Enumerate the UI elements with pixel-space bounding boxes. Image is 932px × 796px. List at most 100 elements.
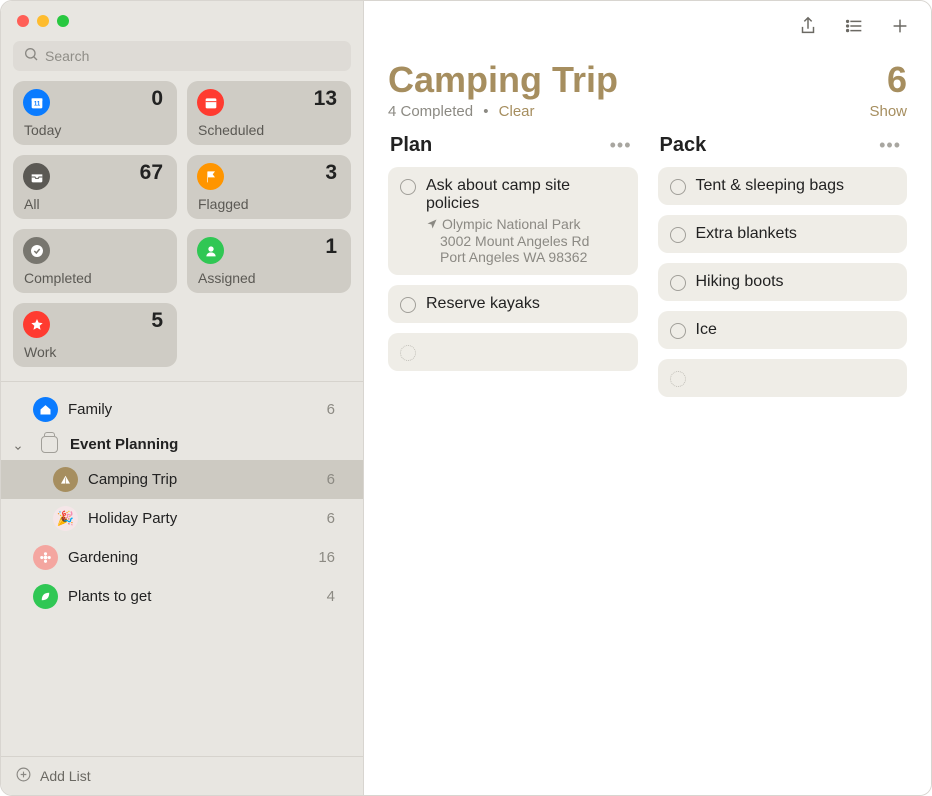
reminder-title: Ask about camp site policies [426,177,624,213]
card-label: All [24,196,40,212]
section-plan: Plan ••• Ask about camp site policies Ol… [388,132,638,795]
complete-toggle[interactable] [400,297,416,313]
list-count: 4 [327,588,347,605]
sidebar-item-holiday-party[interactable]: 🎉 Holiday Party 6 [1,499,363,538]
window-controls [1,1,363,27]
card-all[interactable]: 67 All [13,155,177,219]
card-count: 0 [151,87,163,111]
list-count: 6 [327,471,347,488]
tray-icon [23,163,50,190]
reminder-title: Extra blankets [696,225,894,243]
completed-count-text: 4 Completed [388,103,473,120]
house-icon [33,397,58,422]
smart-list-grid: 11 0 Today 13 Scheduled 67 All [1,81,363,381]
card-work[interactable]: 5 Work [13,303,177,367]
new-reminder-placeholder[interactable] [388,333,638,371]
close-window-button[interactable] [17,15,29,27]
card-count: 67 [140,161,163,185]
tent-icon [53,467,78,492]
list-title: Camping Trip [388,59,618,101]
add-list-label: Add List [40,768,91,784]
list-label: Plants to get [68,588,317,605]
separator-dot: • [483,103,488,120]
reminder-location: Olympic National Park [426,216,624,233]
new-reminder-button[interactable] [889,15,911,42]
calendar-day-icon: 11 [23,89,50,116]
section-more-button[interactable]: ••• [610,135,632,156]
reminder-title: Ice [696,321,894,339]
flower-icon [33,545,58,570]
list-count: 6 [327,401,347,418]
list-label: Camping Trip [88,471,317,488]
svg-text:11: 11 [33,101,40,107]
card-today[interactable]: 11 0 Today [13,81,177,145]
show-button[interactable]: Show [869,103,907,120]
card-count: 13 [314,87,337,111]
reminder-item[interactable]: Ask about camp site policies Olympic Nat… [388,167,638,275]
section-pack: Pack ••• Tent & sleeping bags Extra blan… [658,132,908,795]
sidebar-item-plants[interactable]: Plants to get 4 [1,577,363,616]
card-label: Flagged [198,196,249,212]
complete-toggle[interactable] [400,179,416,195]
calendar-icon [197,89,224,116]
complete-toggle[interactable] [670,275,686,291]
plus-circle-icon [15,766,32,786]
reminder-item[interactable]: Ice [658,311,908,349]
complete-toggle [400,345,416,361]
card-label: Completed [24,270,92,286]
list-count: 16 [318,549,347,566]
clear-button[interactable]: Clear [499,103,535,120]
complete-toggle [670,371,686,387]
leaf-icon [33,584,58,609]
complete-toggle[interactable] [670,179,686,195]
list-label: Family [68,401,317,418]
reminder-item[interactable]: Reserve kayaks [388,285,638,323]
folder-group-icon [41,436,58,453]
sidebar-group-event-planning[interactable]: Event Planning [1,429,363,460]
reminder-address-line: 3002 Mount Angeles Rd [426,233,624,249]
toolbar [364,1,931,55]
search-field[interactable] [13,41,351,71]
reminder-address-line: Port Angeles WA 98362 [426,249,624,265]
add-list-button[interactable]: Add List [1,756,363,795]
view-options-button[interactable] [843,15,865,42]
section-title: Pack [660,134,707,157]
complete-toggle[interactable] [670,227,686,243]
reminder-item[interactable]: Extra blankets [658,215,908,253]
section-more-button[interactable]: ••• [879,135,901,156]
person-icon [197,237,224,264]
sidebar-item-camping-trip[interactable]: Camping Trip 6 [1,460,363,499]
minimize-window-button[interactable] [37,15,49,27]
sidebar-item-family[interactable]: Family 6 [1,390,363,429]
search-icon [23,46,39,67]
group-label: Event Planning [70,436,347,453]
section-title: Plan [390,134,432,157]
card-scheduled[interactable]: 13 Scheduled [187,81,351,145]
share-button[interactable] [797,15,819,42]
list-total-count: 6 [887,59,907,101]
complete-toggle[interactable] [670,323,686,339]
main-panel: Camping Trip 6 4 Completed • Clear Show … [364,1,931,795]
reminder-title: Reserve kayaks [426,295,624,313]
search-input[interactable] [45,48,341,64]
list-label: Holiday Party [88,510,317,527]
reminder-item[interactable]: Hiking boots [658,263,908,301]
new-reminder-placeholder[interactable] [658,359,908,397]
sections-columns: Plan ••• Ask about camp site policies Ol… [364,132,931,795]
star-icon [23,311,50,338]
card-label: Today [24,122,61,138]
reminder-item[interactable]: Tent & sleeping bags [658,167,908,205]
card-flagged[interactable]: 3 Flagged [187,155,351,219]
card-label: Work [24,344,56,360]
completed-summary: 4 Completed • Clear [388,103,535,120]
fullscreen-window-button[interactable] [57,15,69,27]
app-window: 11 0 Today 13 Scheduled 67 All [0,0,932,796]
sidebar: 11 0 Today 13 Scheduled 67 All [1,1,364,795]
card-count: 5 [151,309,163,333]
checkmark-icon [23,237,50,264]
card-completed[interactable]: Completed [13,229,177,293]
sidebar-item-gardening[interactable]: Gardening 16 [1,538,363,577]
reminder-title: Tent & sleeping bags [696,177,894,195]
party-icon: 🎉 [53,506,78,531]
card-assigned[interactable]: 1 Assigned [187,229,351,293]
